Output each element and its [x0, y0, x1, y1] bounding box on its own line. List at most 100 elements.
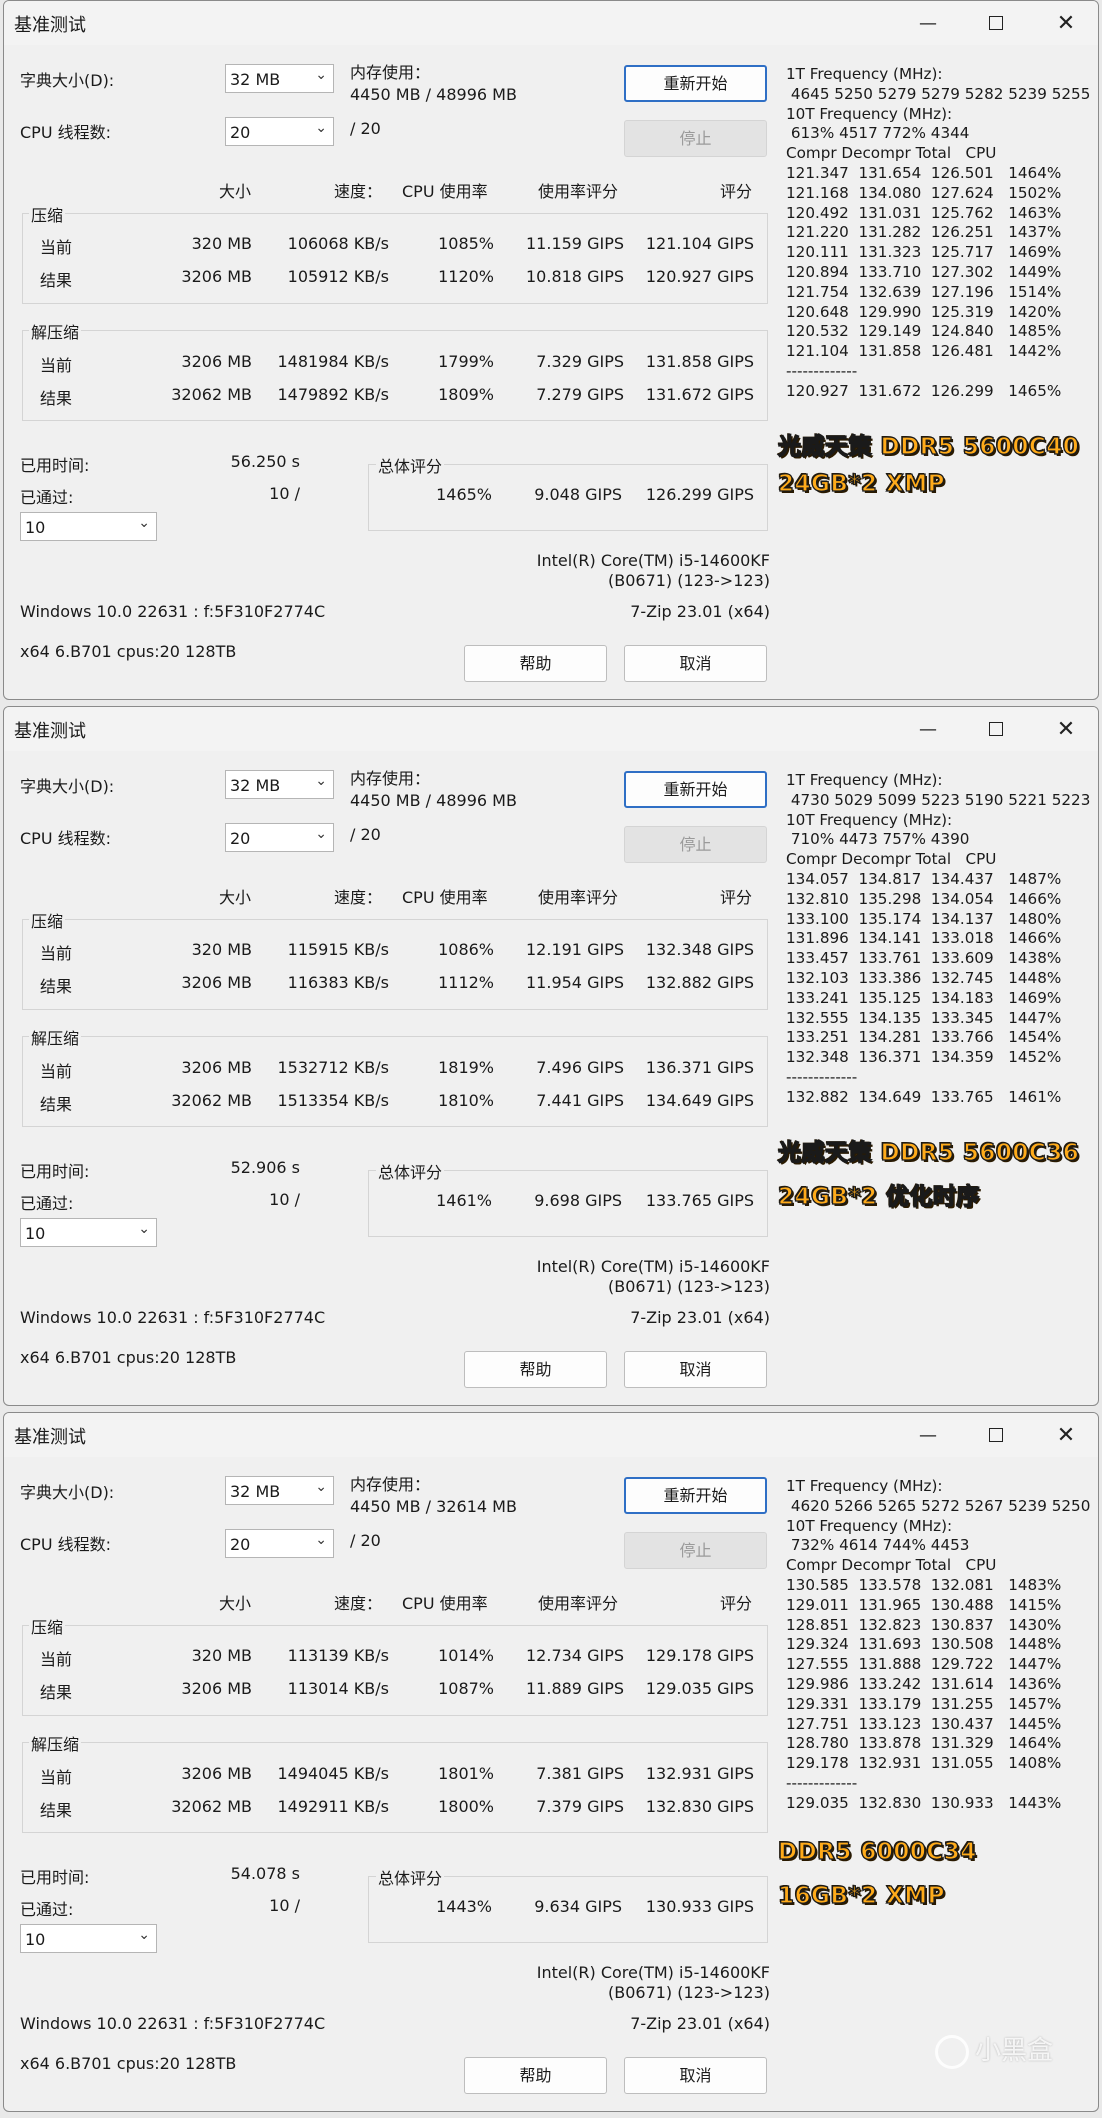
restart-button[interactable]: 重新开始 — [624, 771, 767, 808]
row-label: 当前 — [40, 944, 73, 963]
close-icon[interactable]: ✕ — [1050, 7, 1082, 39]
cpu-threads-label: CPU 线程数: — [20, 123, 112, 142]
elapsed-time-label: 已用时间: — [20, 1162, 90, 1181]
cell-rating: 132.931 GIPS — [645, 1764, 754, 1783]
cancel-button[interactable]: 取消 — [624, 645, 767, 682]
passed-label: 已通过: — [20, 1900, 74, 1919]
cancel-button[interactable]: 取消 — [624, 2057, 767, 2094]
compress-group — [22, 213, 768, 304]
overlay-memory-kit: 光威天策 DDR5 5600C36 — [777, 1139, 1080, 1166]
cell-speed: 1494045 KB/s — [277, 1764, 389, 1783]
col-cpu-usage-header: CPU 使用率 — [402, 888, 488, 907]
chevron-down-icon: ⌄ — [315, 773, 327, 789]
cell-rating-usage: 10.818 GIPS — [526, 267, 624, 286]
row-label: 结果 — [40, 1683, 73, 1702]
restart-button[interactable]: 重新开始 — [624, 1477, 767, 1514]
window-title: 基准测试 — [14, 721, 86, 742]
cell-rating: 136.371 GIPS — [645, 1058, 754, 1077]
decompress-label: 解压缩 — [29, 1731, 82, 1755]
cpu-name: Intel(R) Core(TM) i5-14600KF — [536, 1963, 770, 1982]
frequency-results-text: 1T Frequency (MHz): 4645 5250 5279 5279 … — [786, 65, 1091, 400]
cell-speed: 113139 KB/s — [287, 1646, 389, 1665]
overlay-memory-config: 24GB*2 优化时序 — [777, 1183, 980, 1210]
cell-cpu-usage: 1819% — [438, 1058, 494, 1077]
arch-info: x64 6.B701 cpus:20 128TB — [20, 2054, 237, 2073]
cpu-threads-select[interactable]: 20 ⌄ — [225, 117, 334, 146]
help-button[interactable]: 帮助 — [464, 645, 607, 682]
help-button[interactable]: 帮助 — [464, 1351, 607, 1388]
stop-button[interactable]: 停止 — [624, 1532, 767, 1569]
cpu-threads-select[interactable]: 20 ⌄ — [225, 823, 334, 852]
total-rating-label: 总体评分 — [376, 453, 445, 477]
cell-speed: 1479892 KB/s — [277, 385, 389, 404]
overlay-memory-kit: DDR5 6000C34 — [777, 1838, 977, 1865]
cell-size: 320 MB — [191, 940, 252, 959]
chevron-down-icon: ⌄ — [315, 1479, 327, 1495]
minimize-icon[interactable]: — — [912, 713, 944, 745]
compress-group — [22, 919, 768, 1010]
memory-usage-label: 内存使用： — [350, 769, 431, 788]
cell-size: 32062 MB — [171, 385, 252, 404]
col-rating-usage-header: 使用率评分 — [538, 182, 619, 201]
passed-label: 已通过: — [20, 488, 74, 507]
total-cpu-usage: 1461% — [436, 1191, 492, 1210]
passes-select[interactable]: 10 ⌄ — [20, 1924, 157, 1953]
passes-select[interactable]: 10 ⌄ — [20, 1218, 157, 1247]
zip-version: 7-Zip 23.01 (x64) — [630, 1308, 770, 1327]
minimize-icon[interactable]: — — [912, 1419, 944, 1451]
cell-rating-usage: 7.279 GIPS — [536, 385, 624, 404]
frequency-results-text: 1T Frequency (MHz): 4730 5029 5099 5223 … — [786, 771, 1091, 1106]
chevron-down-icon: ⌄ — [138, 1221, 150, 1237]
maximize-icon[interactable] — [980, 7, 1012, 39]
cpu-threads-value: 20 — [230, 829, 251, 848]
col-speed-header: 速度： — [333, 888, 382, 907]
row-label: 当前 — [40, 1062, 73, 1081]
cpu-id: (B0671) (123->123) — [607, 571, 770, 590]
cell-cpu-usage: 1086% — [438, 940, 494, 959]
threads-max: / 20 — [350, 119, 381, 138]
decompress-group — [22, 330, 768, 421]
stop-button[interactable]: 停止 — [624, 120, 767, 157]
os-info: Windows 10.0 22631 : f:5F310F2774C — [20, 602, 326, 621]
col-size-header: 大小 — [218, 182, 251, 201]
cell-rating-usage: 7.381 GIPS — [536, 1764, 624, 1783]
cell-cpu-usage: 1799% — [438, 352, 494, 371]
cell-rating-usage: 7.379 GIPS — [536, 1797, 624, 1816]
threads-max: / 20 — [350, 825, 381, 844]
restart-button[interactable]: 重新开始 — [624, 65, 767, 102]
col-rating-header: 评分 — [719, 888, 752, 907]
cpu-threads-value: 20 — [230, 123, 251, 142]
memory-usage-label: 内存使用： — [350, 1475, 431, 1494]
row-label: 结果 — [40, 271, 73, 290]
cell-size: 3206 MB — [181, 1764, 252, 1783]
total-cpu-usage: 1465% — [436, 485, 492, 504]
total-rating: 133.765 GIPS — [645, 1191, 754, 1210]
cell-rating-usage: 11.954 GIPS — [526, 973, 624, 992]
close-icon[interactable]: ✕ — [1050, 1419, 1082, 1451]
cancel-button[interactable]: 取消 — [624, 1351, 767, 1388]
close-icon[interactable]: ✕ — [1050, 713, 1082, 745]
cell-speed: 113014 KB/s — [287, 1679, 389, 1698]
benchmark-window: 基准测试 — ✕ 字典大小(D): 32 MB ⌄ CPU 线程数: 20 ⌄ … — [3, 1412, 1099, 2112]
row-label: 结果 — [40, 389, 73, 408]
help-button[interactable]: 帮助 — [464, 2057, 607, 2094]
maximize-icon[interactable] — [980, 713, 1012, 745]
cell-size: 32062 MB — [171, 1091, 252, 1110]
cell-rating: 120.927 GIPS — [645, 267, 754, 286]
total-rating-usage: 9.634 GIPS — [534, 1897, 622, 1916]
dictionary-size-select[interactable]: 32 MB ⌄ — [225, 770, 334, 799]
passed-value: 10 / — [269, 1896, 300, 1915]
maximize-icon[interactable] — [980, 1419, 1012, 1451]
minimize-icon[interactable]: — — [912, 7, 944, 39]
cell-rating: 131.858 GIPS — [645, 352, 754, 371]
cell-rating: 121.104 GIPS — [645, 234, 754, 253]
cell-cpu-usage: 1810% — [438, 1091, 494, 1110]
stop-button[interactable]: 停止 — [624, 826, 767, 863]
cell-size: 3206 MB — [181, 352, 252, 371]
compress-label: 压缩 — [29, 202, 66, 226]
dictionary-size-select[interactable]: 32 MB ⌄ — [225, 64, 334, 93]
passed-value: 10 / — [269, 484, 300, 503]
dictionary-size-select[interactable]: 32 MB ⌄ — [225, 1476, 334, 1505]
passes-select[interactable]: 10 ⌄ — [20, 512, 157, 541]
cpu-threads-select[interactable]: 20 ⌄ — [225, 1529, 334, 1558]
